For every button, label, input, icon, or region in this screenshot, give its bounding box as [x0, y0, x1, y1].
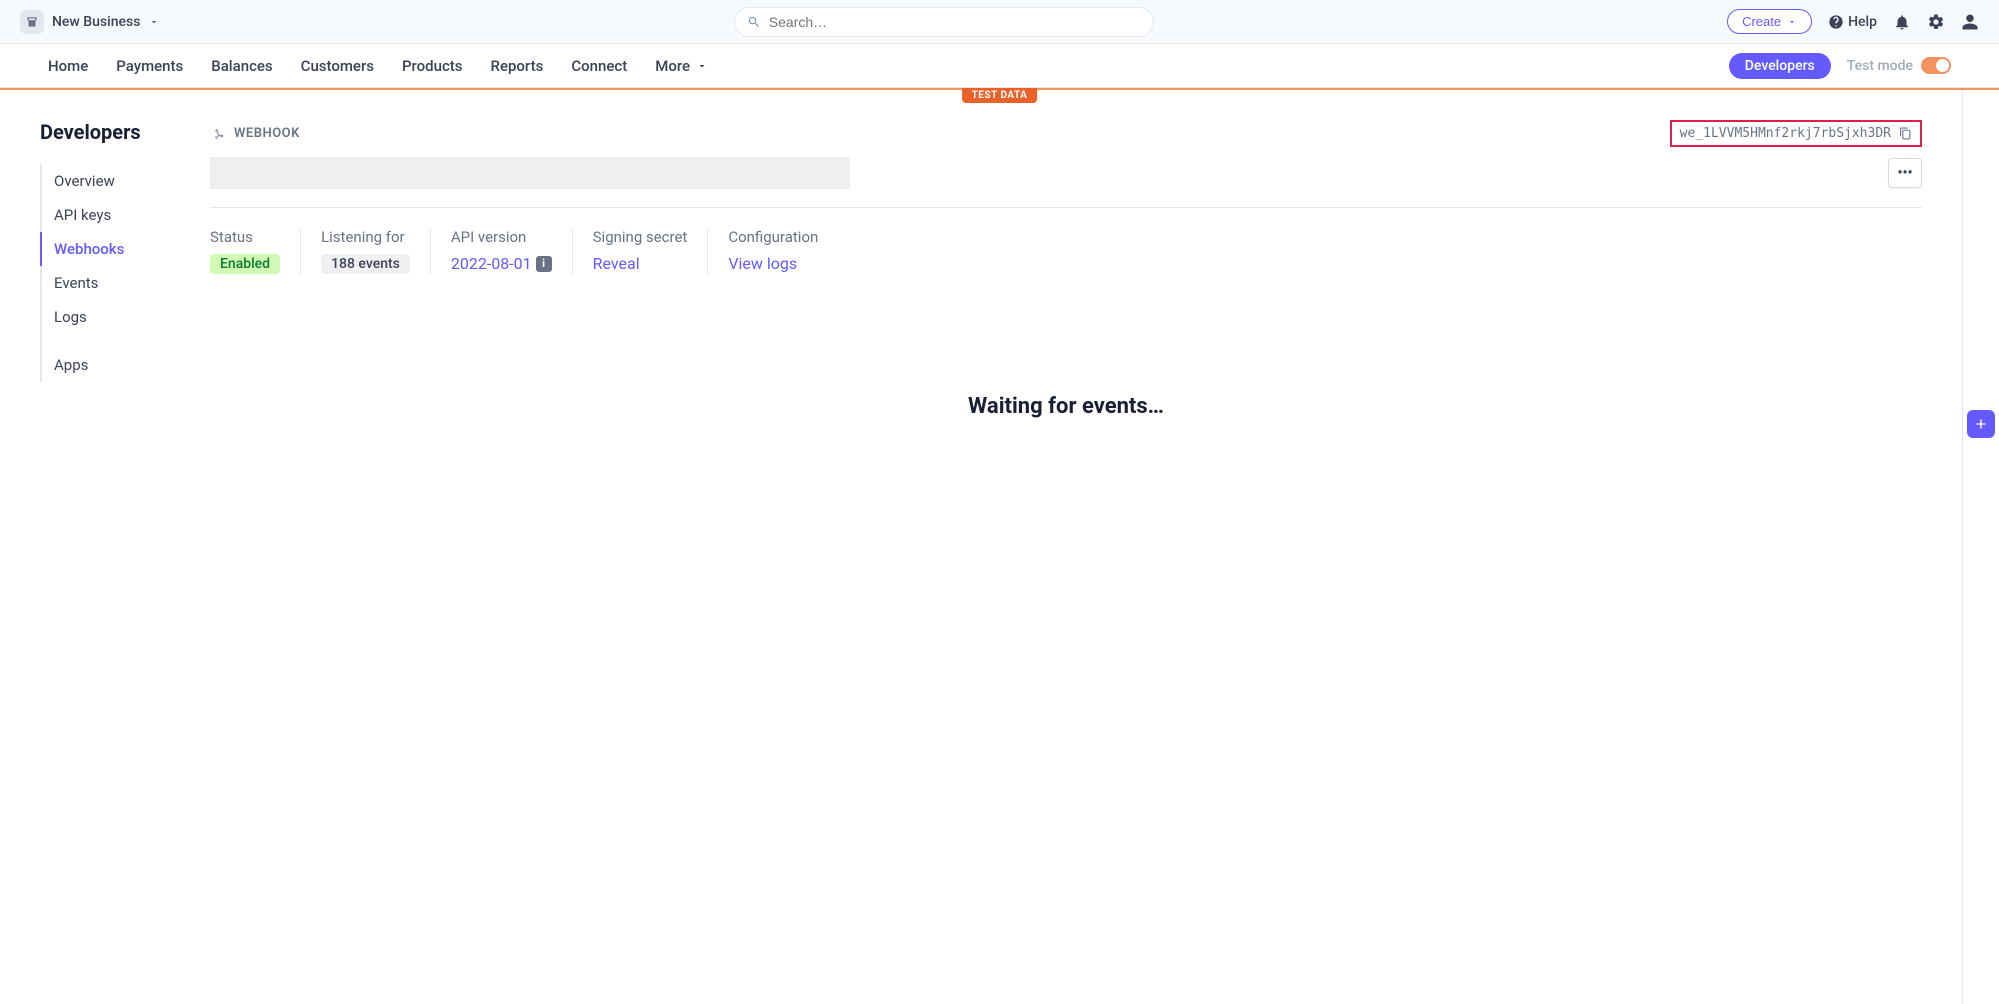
sidebar-item-apps[interactable]: Apps	[40, 348, 179, 382]
webhook-url-redacted	[210, 157, 850, 189]
info-config: Configuration View logs	[728, 228, 838, 274]
webhook-section-label: WEBHOOK	[210, 126, 300, 142]
info-row: Status Enabled Listening for 188 events …	[210, 207, 1922, 274]
search-container	[176, 7, 1711, 37]
webhook-id[interactable]: we_1LVVM5HMnf2rkj7rbSjxh3DR	[1670, 120, 1922, 147]
nav-reports[interactable]: Reports	[491, 57, 544, 75]
search-input[interactable]	[769, 14, 1141, 30]
webhook-header: WEBHOOK we_1LVVM5HMnf2rkj7rbSjxh3DR	[210, 120, 1922, 147]
ellipsis-icon: •••	[1897, 165, 1912, 181]
business-name: New Business	[52, 14, 140, 30]
main-area: Developers Overview API keys Webhooks Ev…	[0, 90, 1963, 1004]
waiting-message: Waiting for events…	[210, 394, 1922, 419]
help-icon	[1828, 14, 1844, 30]
nav-payments[interactable]: Payments	[116, 57, 183, 75]
nav-connect[interactable]: Connect	[571, 57, 627, 75]
chevron-down-icon	[1787, 17, 1797, 27]
sidebar-item-api-keys[interactable]: API keys	[40, 198, 179, 232]
sidebar-title: Developers	[40, 120, 179, 144]
sidebar-item-events[interactable]: Events	[40, 266, 179, 300]
nav-more-label: More	[655, 57, 690, 75]
sidebar: Developers Overview API keys Webhooks Ev…	[0, 90, 180, 1004]
nav-more[interactable]: More	[655, 57, 708, 75]
sidebar-item-logs[interactable]: Logs	[40, 300, 179, 334]
topbar: New Business Create Help	[0, 0, 1999, 44]
listening-label: Listening for	[321, 228, 410, 246]
api-version-label: API version	[451, 228, 552, 246]
webhook-icon	[210, 126, 226, 142]
sidebar-spacer	[40, 334, 179, 348]
test-mode-label: Test mode	[1847, 58, 1913, 74]
gear-icon	[1927, 13, 1945, 31]
nav-home[interactable]: Home	[48, 57, 88, 75]
business-selector[interactable]: New Business	[20, 10, 160, 34]
info-secret: Signing secret Reveal	[593, 228, 709, 274]
notifications-button[interactable]	[1893, 13, 1911, 31]
bell-icon	[1893, 13, 1911, 31]
settings-button[interactable]	[1927, 13, 1945, 31]
create-button[interactable]: Create	[1727, 9, 1812, 34]
nav-developers[interactable]: Developers	[1729, 53, 1831, 79]
sidebar-item-webhooks[interactable]: Webhooks	[40, 232, 179, 266]
floating-add-button[interactable]	[1967, 410, 1995, 438]
config-label: Configuration	[728, 228, 818, 246]
test-data-strip: TEST DATA	[0, 88, 1999, 90]
events-badge[interactable]: 188 events	[321, 254, 410, 274]
content: WEBHOOK we_1LVVM5HMnf2rkj7rbSjxh3DR ••• …	[180, 90, 1962, 1004]
view-logs-link[interactable]: View logs	[728, 254, 797, 273]
reveal-secret-link[interactable]: Reveal	[593, 254, 640, 273]
plus-icon	[1973, 416, 1989, 432]
nav-customers[interactable]: Customers	[301, 57, 374, 75]
more-actions-button[interactable]: •••	[1888, 158, 1922, 188]
info-status: Status Enabled	[210, 228, 301, 274]
sidebar-item-overview[interactable]: Overview	[40, 164, 179, 198]
chevron-down-icon	[148, 16, 160, 28]
nav-balances[interactable]: Balances	[211, 57, 272, 75]
info-icon: i	[536, 256, 552, 272]
api-version-value[interactable]: 2022-08-01 i	[451, 254, 552, 273]
person-icon	[1961, 13, 1979, 31]
secret-label: Signing secret	[593, 228, 688, 246]
api-version-text: 2022-08-01	[451, 254, 532, 273]
title-row: •••	[210, 157, 1922, 189]
test-mode-toggle[interactable]	[1921, 57, 1951, 74]
webhook-id-text: we_1LVVM5HMnf2rkj7rbSjxh3DR	[1680, 126, 1891, 141]
help-label: Help	[1848, 14, 1877, 30]
topbar-right: Create Help	[1727, 9, 1979, 34]
status-label: Status	[210, 228, 280, 246]
webhook-label-text: WEBHOOK	[234, 126, 300, 141]
search-icon	[747, 15, 761, 29]
profile-button[interactable]	[1961, 13, 1979, 31]
info-api-version: API version 2022-08-01 i	[451, 228, 573, 274]
navbar: Home Payments Balances Customers Product…	[0, 44, 1999, 88]
chevron-down-icon	[696, 60, 708, 72]
search-box[interactable]	[734, 7, 1154, 37]
status-badge: Enabled	[210, 254, 280, 274]
test-data-badge: TEST DATA	[962, 88, 1038, 103]
clipboard-icon	[1899, 127, 1912, 140]
navbar-right: Developers Test mode	[1729, 53, 1951, 79]
nav-products[interactable]: Products	[402, 57, 463, 75]
store-icon	[20, 10, 44, 34]
info-listening: Listening for 188 events	[321, 228, 431, 274]
help-link[interactable]: Help	[1828, 14, 1877, 30]
create-label: Create	[1742, 14, 1781, 29]
test-mode-control: Test mode	[1847, 57, 1951, 74]
